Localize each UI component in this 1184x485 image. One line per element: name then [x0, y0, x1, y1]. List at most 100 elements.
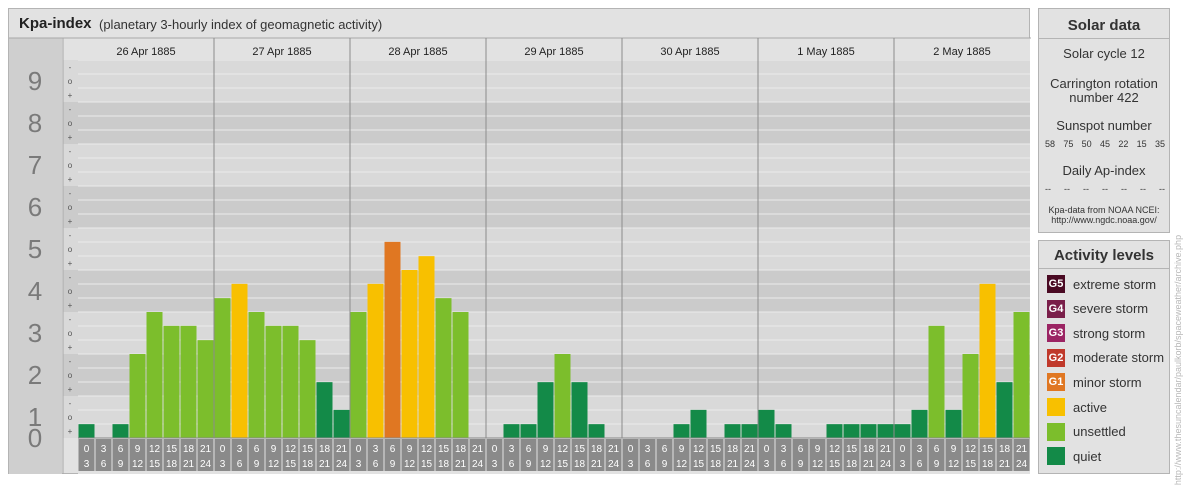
kp-bar	[724, 424, 741, 438]
x-tick-label: 15	[557, 459, 569, 470]
y-sub-tick-label: o	[68, 203, 73, 212]
y-sub-tick-label: -	[69, 357, 72, 366]
kp-bar	[537, 382, 554, 438]
x-tick-label: 24	[200, 459, 212, 470]
solar-data-panel: Solar data Solar cycle 12 Carrington rot…	[1038, 8, 1170, 233]
x-tick-label: 21	[472, 444, 484, 455]
y-sub-tick-label: -	[69, 315, 72, 324]
y-sub-tick-label: +	[68, 343, 73, 352]
level-label: active	[1073, 399, 1107, 415]
x-tick-label: 15	[438, 444, 450, 455]
x-tick-label: 15	[302, 444, 314, 455]
kp-bar	[928, 325, 945, 438]
x-tick-label: 18	[319, 444, 331, 455]
y-sub-tick-label: -	[69, 399, 72, 408]
kp-bar	[571, 382, 588, 438]
x-tick-label: 6	[781, 459, 787, 470]
kp-bar	[333, 409, 350, 438]
x-tick-label: 9	[135, 444, 141, 455]
x-tick-label: 24	[1016, 459, 1028, 470]
y-tick-label: 4	[28, 276, 42, 306]
y-sub-tick-label: +	[68, 427, 73, 436]
y-sub-tick-label: o	[68, 245, 73, 254]
y-sub-tick-label: -	[69, 273, 72, 282]
x-tick-label: 3	[373, 444, 379, 455]
solar-data-title: Solar data	[1067, 17, 1141, 34]
x-tick-label: 21	[200, 444, 212, 455]
level-color-swatch	[1047, 398, 1065, 416]
x-tick-label: 12	[149, 444, 161, 455]
kp-bar	[282, 325, 299, 438]
ap-value: --	[1064, 184, 1070, 194]
x-tick-label: 9	[679, 444, 685, 455]
x-tick-label: 18	[455, 444, 467, 455]
x-tick-label: 3	[764, 459, 770, 470]
kp-bar	[78, 424, 95, 438]
x-tick-label: 12	[268, 459, 280, 470]
x-tick-label: 9	[407, 444, 413, 455]
kp-bar	[520, 424, 537, 438]
kp-bar	[741, 424, 758, 438]
x-tick-label: 12	[948, 459, 960, 470]
x-tick-label: 3	[101, 444, 107, 455]
activity-level-item: quiet	[1047, 446, 1101, 466]
x-tick-label: 24	[472, 459, 484, 470]
day-label: 27 Apr 1885	[252, 46, 311, 58]
level-label: strong storm	[1073, 325, 1146, 341]
source-url: http://www.ngdc.noaa.gov/	[1051, 215, 1157, 225]
sunspot-values: 58 75 50 45 22 15 35	[1045, 139, 1165, 149]
kp-bar	[146, 312, 163, 438]
kp-bar	[401, 270, 418, 438]
x-tick-label: 3	[84, 459, 90, 470]
x-tick-label: 21	[591, 459, 603, 470]
ap-value: --	[1045, 184, 1051, 194]
x-tick-label: 3	[237, 444, 243, 455]
band-4	[63, 228, 1030, 270]
y-tick-label: 8	[28, 108, 42, 138]
watermark-text: http://www.thesuncalendar/paulkorb/space…	[1173, 234, 1183, 485]
sunspot-value: 50	[1081, 139, 1092, 149]
x-tick-label: 9	[390, 459, 396, 470]
kp-bar	[265, 325, 282, 438]
x-tick-label: 6	[118, 444, 124, 455]
x-tick-label: 6	[645, 459, 651, 470]
activity-level-item: G4 severe storm	[1047, 299, 1148, 319]
x-tick-label: 9	[798, 459, 804, 470]
x-tick-label: 6	[254, 444, 260, 455]
x-tick-label: 0	[356, 444, 362, 455]
x-tick-label: 0	[492, 444, 498, 455]
kp-bar	[554, 354, 571, 438]
x-tick-label: 12	[693, 444, 705, 455]
x-tick-label: 12	[812, 459, 824, 470]
kp-bar	[673, 424, 690, 438]
kp-bar	[826, 424, 843, 438]
x-tick-label: 9	[254, 459, 260, 470]
x-tick-label: 3	[492, 459, 498, 470]
kpa-bar-chart: 26 Apr 1885 27 Apr 1885 28 Apr 1885 29 Apr …	[9, 37, 1031, 474]
x-tick-label: 12	[965, 444, 977, 455]
x-tick-label: 18	[574, 459, 586, 470]
ap-values: -- -- -- -- -- -- --	[1045, 184, 1165, 194]
y-sub-tick-label: -	[69, 63, 72, 72]
kp-bar	[163, 325, 180, 438]
solar-cycle: Solar cycle 12	[1063, 46, 1145, 61]
y-sub-tick-label: +	[68, 175, 73, 184]
y-tick-label: 3	[28, 318, 42, 348]
x-tick-label: 3	[917, 444, 923, 455]
x-tick-label: 18	[863, 444, 875, 455]
divider	[1039, 268, 1169, 269]
level-color-swatch	[1047, 447, 1065, 466]
band-7	[63, 102, 1030, 144]
x-tick-label: 3	[781, 444, 787, 455]
x-tick-label: 9	[271, 444, 277, 455]
kp-bar	[996, 382, 1013, 438]
kp-bar	[962, 354, 979, 438]
divider	[1039, 38, 1169, 39]
activity-level-item: active	[1047, 397, 1107, 417]
x-tick-label: 18	[982, 459, 994, 470]
x-tick-label: 21	[727, 459, 739, 470]
x-tick-label: 0	[628, 444, 634, 455]
y-sub-tick-label: -	[69, 231, 72, 240]
level-color-swatch: G5	[1047, 275, 1065, 293]
kp-bar	[503, 424, 520, 438]
